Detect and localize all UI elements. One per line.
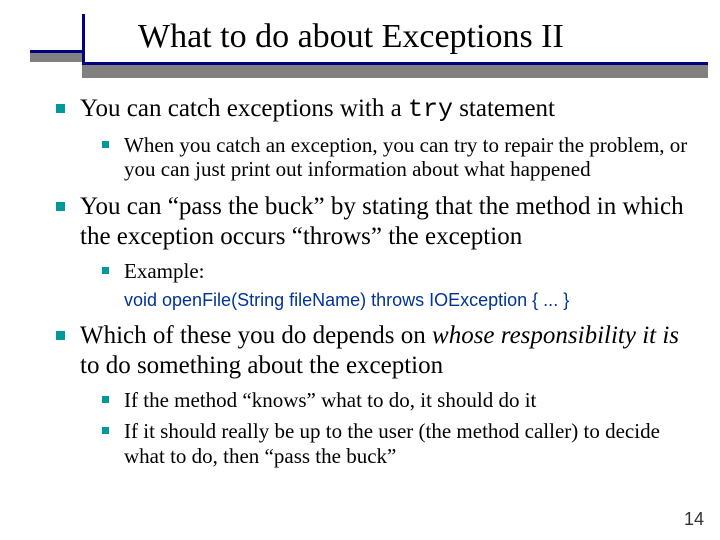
- bullet-3-text-post: to do something about the exception: [80, 352, 443, 379]
- bullet-3-text-italic: whose responsibility it is: [432, 322, 679, 349]
- bullet-2: You can “pass the buck” by stating that …: [52, 192, 688, 311]
- slide-title: What to do about Exceptions II: [138, 18, 564, 56]
- bullet-1-text-pre: You can catch exceptions with a: [80, 95, 408, 122]
- bullet-1-sub-1: When you catch an exception, you can try…: [98, 133, 688, 183]
- slide: What to do about Exceptions II You can c…: [0, 0, 720, 540]
- page-number: 14: [684, 509, 704, 530]
- bullet-1-text-post: statement: [453, 95, 555, 122]
- title-decor-underline: [82, 62, 708, 78]
- bullet-3-text-pre: Which of these you do depends on: [80, 322, 432, 349]
- bullet-3-sub-1: If the method “knows” what to do, it sho…: [98, 388, 688, 413]
- bullet-2-code-example: void openFile(String fileName) throws IO…: [124, 290, 688, 311]
- bullet-1: You can catch exceptions with a try stat…: [52, 94, 688, 182]
- bullet-3-sub-2: If it should really be up to the user (t…: [98, 419, 688, 469]
- title-decor-bar: [30, 50, 82, 62]
- bullet-2-text: You can “pass the buck” by stating that …: [80, 193, 684, 250]
- bullet-3: Which of these you do depends on whose r…: [52, 321, 688, 468]
- title-decor-vertical: [82, 14, 85, 62]
- bullet-1-code: try: [408, 95, 453, 124]
- slide-body: You can catch exceptions with a try stat…: [52, 94, 688, 478]
- bullet-2-sub-1: Example:: [98, 259, 688, 284]
